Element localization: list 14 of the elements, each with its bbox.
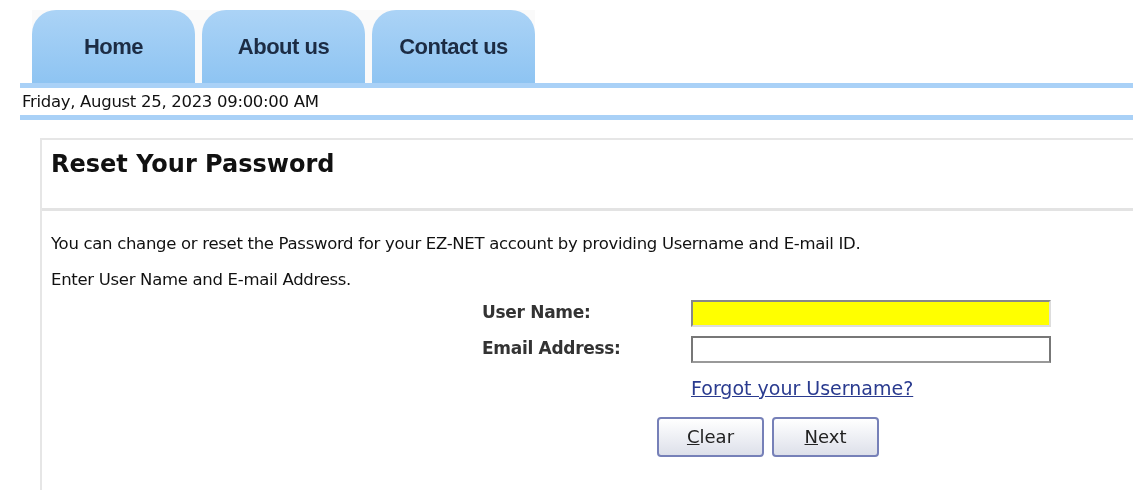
nav-tab[interactable]: Home xyxy=(32,10,195,83)
username-field[interactable] xyxy=(691,300,1051,327)
nav-tab[interactable]: Contact us xyxy=(372,10,535,83)
next-button[interactable]: Next xyxy=(772,416,879,457)
date-text: Friday, August 25, 2023 09:00:00 AM xyxy=(22,91,320,113)
clear-button[interactable]: Clear xyxy=(657,416,764,457)
instruction-text: Enter User Name and E-mail Address. xyxy=(51,269,353,291)
email-field[interactable] xyxy=(691,336,1051,363)
field-label: User Name: xyxy=(482,301,592,324)
nav-tab[interactable]: About us xyxy=(202,10,365,83)
panel-title: Reset Your Password xyxy=(42,140,1133,211)
field-label: Email Address: xyxy=(482,337,622,360)
forgot-username-link[interactable]: Forgot your Username? xyxy=(691,374,1051,403)
instruction-text: You can change or reset the Password for your EZ-NET account by providing Username and E-mail ID. xyxy=(51,233,862,255)
